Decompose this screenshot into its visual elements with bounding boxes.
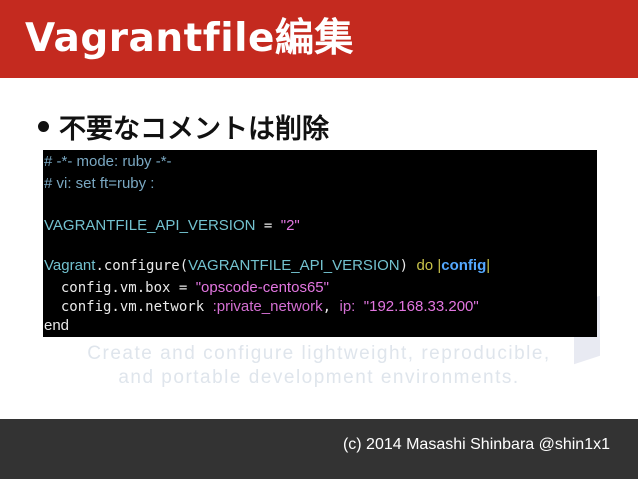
code-constant: VAGRANTFILE_API_VERSION	[44, 217, 256, 234]
bullet-text: 不要なコメントは削除	[59, 113, 329, 145]
code-comma: ,	[322, 299, 340, 315]
watermark-line-1: Create and configure lightweight, reprod…	[87, 343, 551, 364]
code-argument: VAGRANTFILE_API_VERSION	[188, 257, 400, 274]
slide-footer: (c) 2014 Masashi Shinbara @shin1x1	[0, 419, 638, 479]
code-class-name: Vagrant	[44, 257, 96, 274]
code-statement: config.vm.box =	[44, 280, 196, 296]
code-statement: config.vm.network	[44, 299, 213, 315]
code-string: "2"	[280, 217, 300, 234]
slide-title: Vagrantfile編集	[25, 16, 354, 61]
code-paren: )	[399, 258, 417, 274]
slide-header: Vagrantfile編集	[0, 0, 638, 78]
code-line-4: VAGRANTFILE_API_VERSION = "2"	[44, 214, 300, 236]
code-method: .configure(	[95, 258, 189, 274]
code-hash-key: ip:	[339, 298, 356, 315]
code-keyword-do: do	[416, 257, 434, 274]
bullet-item: 不要なコメントは削除	[38, 103, 329, 149]
code-block: # -*- mode: ruby -*- # vi: set ft=ruby :…	[43, 150, 597, 337]
code-line-2: # vi: set ft=ruby :	[44, 175, 155, 192]
code-string: "192.168.33.200"	[363, 298, 479, 315]
code-line-6: Vagrant.configure(VAGRANTFILE_API_VERSIO…	[44, 254, 490, 276]
copyright-text: (c) 2014 Masashi Shinbara @shin1x1	[342, 436, 610, 453]
code-line-9: end	[44, 317, 70, 334]
bullet-dot-icon	[38, 120, 49, 132]
watermark-line-2: and portable development environments.	[118, 367, 520, 388]
code-string: "opscode-centos65"	[195, 279, 329, 296]
code-block-variable: config	[441, 257, 487, 274]
code-pipe-close: |	[486, 257, 491, 274]
code-symbol: :private_network	[212, 298, 323, 315]
code-line-8: config.vm.network :private_network, ip: …	[44, 295, 479, 317]
code-line-1: # -*- mode: ruby -*-	[44, 153, 172, 170]
code-operator: =	[255, 218, 281, 234]
